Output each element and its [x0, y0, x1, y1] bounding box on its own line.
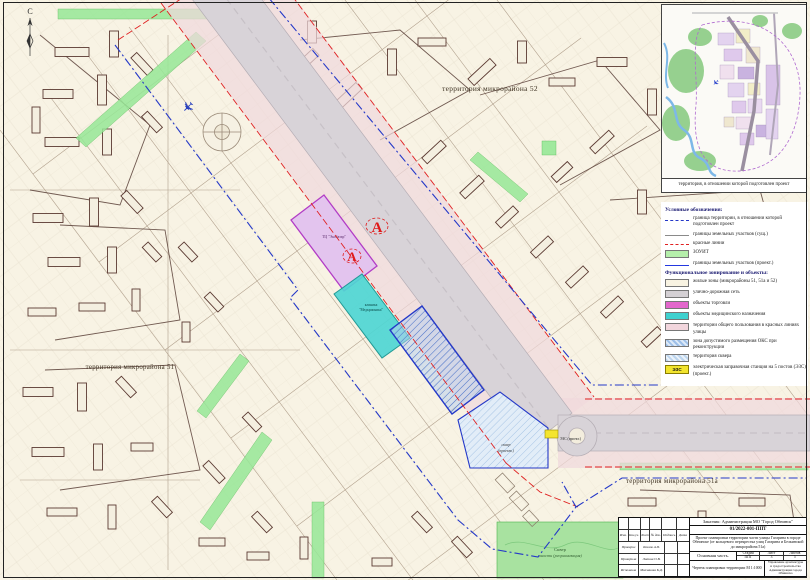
part-cell: Основная часть.: [690, 552, 737, 560]
compass-north-letter: С: [27, 7, 32, 16]
signature-row: ПроверилКозлов А.П.: [619, 542, 689, 554]
drawing-name-cell: Чертеж планировки территории М 1:1000: [690, 561, 765, 576]
legend-swatch: [665, 265, 689, 266]
legend-panel: Условные обозначения: граница территории…: [661, 202, 808, 386]
signature-cell: Козлов А.П.: [639, 542, 665, 553]
signature-cell: Лапина О.В.: [639, 554, 665, 565]
section-marker-a1: А: [372, 220, 383, 236]
situation-inset-map: ✈ территория, в отношении которой подгот…: [661, 4, 807, 193]
legend-swatch: [665, 244, 689, 245]
project-title-cell: Проект планировки территории части улицы…: [690, 535, 806, 552]
revision-header-cell: Кол.уч.: [629, 530, 641, 541]
legend-item-label: зона допустимого размещения ОКС при реко…: [693, 339, 806, 352]
legend-item-label: жилые зоны (микрорайоны 51, 51а и 52): [693, 279, 777, 285]
legend-swatch: [665, 301, 689, 309]
legend-item-label: улично-дорожная сеть: [693, 290, 740, 296]
document-number-cell: 01/2022-001-ППТ: [690, 526, 806, 535]
legend-item: границы земельных участков (сущ.): [665, 232, 806, 238]
legend-item: территории общего пользования в красных …: [665, 323, 806, 336]
signature-cell: Проверила: [619, 554, 639, 565]
legend-item: границы земельных участков (проект.): [665, 261, 806, 267]
signature-cell: [678, 565, 689, 576]
legend-swatch: ЭЗС: [665, 365, 689, 374]
signature-cell: Исполнила: [619, 565, 639, 576]
legend-item-label: территория сквера: [693, 354, 731, 360]
clinic-label-line1: клиника: [365, 303, 378, 307]
inset-map-drawing: ✈: [662, 5, 806, 179]
stage-value: ППТ: [737, 556, 760, 560]
signature-cell: [665, 554, 677, 565]
signature-rows: ПроверилКозлов А.П.ПроверилаЛапина О.В.И…: [619, 542, 689, 576]
skver-project-label-line2: (проект.): [498, 449, 514, 453]
legend-swatch: [665, 323, 689, 331]
signature-cell: [678, 542, 689, 553]
district-52-label: территория микрорайона 52: [442, 84, 538, 93]
revision-header-cell: Лист: [641, 530, 651, 541]
legend-item-label: граница территории, в отношении которой …: [693, 216, 806, 229]
customer-cell: Заказчик: Администрация МО "Город Обнинс…: [690, 518, 806, 526]
legend-symbols-list: граница территории, в отношении которой …: [665, 216, 806, 267]
revision-empty-row: [619, 518, 689, 530]
legend-item: ЗОУИТ: [665, 250, 806, 258]
plan-sheet: Сквер юности (реорганизация) ТЦ "Экобаза…: [0, 0, 810, 580]
legend-item-label: границы земельных участков (проект.): [693, 261, 773, 267]
legend-swatch: [665, 354, 689, 362]
legend-item: ЭЗС электрическая заправочная станция на …: [665, 365, 806, 378]
legend-swatch: [665, 220, 689, 221]
inset-caption: территория, в отношении которой подготов…: [662, 178, 806, 192]
legend-item: жилые зоны (микрорайоны 51, 51а и 52): [665, 279, 806, 287]
mall-label: ТЦ "Экобазар": [322, 235, 346, 239]
legend-item-label: объекты торговли: [693, 301, 730, 307]
legend-item: объекты медицинского назначения: [665, 312, 806, 320]
revision-header-cell: Дата: [677, 530, 689, 541]
legend-item-label: ЗОУИТ: [693, 250, 709, 256]
legend-item-label: объекты медицинского назначения: [693, 312, 765, 318]
revision-header-cell: Изм.: [619, 530, 629, 541]
legend-item-label: границы земельных участков (сущ.): [693, 232, 768, 238]
organization-cell: Управление архитектуры и градостроительс…: [765, 561, 806, 576]
skver-project-label-line1: сквер: [502, 443, 511, 447]
legend-swatch: [665, 279, 689, 287]
park-label-line2: юности (реорганизация): [538, 553, 582, 558]
title-block-revision-table: Изм.Кол.уч.Лист№ док.ПодписьДата Провери…: [619, 518, 690, 576]
signature-row: ПроверилаЛапина О.В.: [619, 554, 689, 566]
signature-row: ИсполнилаМолчанова К.Д.: [619, 565, 689, 576]
signature-cell: Проверил: [619, 542, 639, 553]
legend-zoning-title: Функциональное зонирование и объекты:: [665, 270, 806, 276]
legend-item-label: красные линии: [693, 241, 724, 247]
district-51a-label: территория микрорайона 51а: [626, 478, 718, 485]
stage-table: Стадия Лист Листов ППТ 3 5: [737, 552, 806, 560]
title-block: Изм.Кол.уч.Лист№ док.ПодписьДата Провери…: [618, 517, 807, 577]
legend-zoning-list: жилые зоны (микрорайоны 51, 51а и 52) ули…: [665, 279, 806, 378]
legend-item: территория сквера: [665, 354, 806, 362]
ezs-label: ЭЗС (проект.): [560, 437, 582, 441]
district-51-label: территория микрорайона 51: [86, 364, 175, 371]
legend-item-label: территории общего пользования в красных …: [693, 323, 806, 336]
revision-header-cell: Подпись: [662, 530, 677, 541]
legend-item: улично-дорожная сеть: [665, 290, 806, 298]
signature-cell: [665, 565, 677, 576]
park-label-line1: Сквер: [554, 547, 566, 552]
legend-symbols-title: Условные обозначения:: [665, 207, 806, 213]
clinic-label-line2: "Медкрионика": [359, 308, 383, 312]
section-marker-a2: А: [347, 249, 357, 264]
round-plaza: [203, 113, 241, 151]
revision-header-row: Изм.Кол.уч.Лист№ док.ПодписьДата: [619, 530, 689, 542]
legend-item: объекты торговли: [665, 301, 806, 309]
legend-item-label: электрическая заправочная станция на 5 п…: [693, 365, 806, 378]
signature-cell: [665, 542, 677, 553]
legend-swatch: [665, 290, 689, 298]
legend-swatch: [665, 250, 689, 258]
legend-item: красные линии: [665, 241, 806, 247]
revision-header-cell: № док.: [650, 530, 662, 541]
park-area: Сквер юности (реорганизация): [497, 522, 623, 578]
signature-cell: Молчанова К.Д.: [639, 565, 665, 576]
legend-item: зона допустимого размещения ОКС при реко…: [665, 339, 806, 352]
legend-swatch: [665, 339, 689, 347]
title-block-main: Заказчик: Администрация МО "Город Обнинс…: [690, 518, 806, 576]
legend-swatch: [665, 235, 689, 236]
signature-cell: [678, 554, 689, 565]
legend-item: граница территории, в отношении которой …: [665, 216, 806, 229]
legend-swatch: [665, 312, 689, 320]
